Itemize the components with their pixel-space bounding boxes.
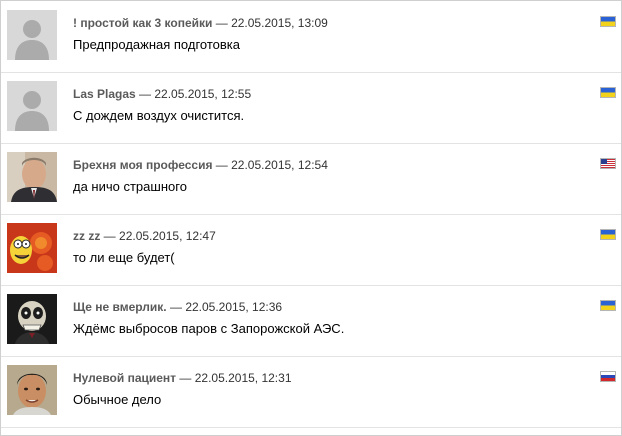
comment-meta: Ще не вмерлик. — 22.05.2015, 12:36 <box>73 300 282 314</box>
comment-datetime: 22.05.2015, 12:55 <box>154 87 252 101</box>
comment-datetime: 22.05.2015, 13:09 <box>231 16 328 30</box>
comment-item: Брехня моя профессия — 22.05.2015, 12:54… <box>1 145 621 215</box>
divider <box>1 285 621 286</box>
comment-text: С дождем воздух очистится. <box>73 108 245 123</box>
comment-item: ! простой как 3 копейки — 22.05.2015, 13… <box>1 3 621 73</box>
ukraine-flag-icon <box>600 229 616 240</box>
comment-item: Ще не вмерлик. — 22.05.2015, 12:36 Ждёмс… <box>1 287 621 357</box>
author-link[interactable]: Ще не вмерлик. <box>73 300 167 314</box>
default-user-icon <box>7 81 57 131</box>
avatar[interactable] <box>7 81 57 131</box>
cartoon-character-picture <box>7 223 57 273</box>
comment-item: zz zz — 22.05.2015, 12:47 то ли еще буде… <box>1 216 621 286</box>
comment-datetime: 22.05.2015, 12:47 <box>119 229 216 243</box>
author-link[interactable]: Брехня моя профессия <box>73 158 212 172</box>
comment-item: Нулевой пациент — 22.05.2015, 12:31 Обыч… <box>1 358 621 428</box>
russia-flag-icon <box>600 371 616 382</box>
comment-meta: ! простой как 3 копейки — 22.05.2015, 13… <box>73 16 328 30</box>
default-user-icon <box>7 10 57 60</box>
comment-text: Обычное дело <box>73 392 162 407</box>
comment-meta: Нулевой пациент — 22.05.2015, 12:31 <box>73 371 292 385</box>
comment-meta: Брехня моя профессия — 22.05.2015, 12:54 <box>73 158 328 172</box>
meta-separator: — <box>135 87 155 101</box>
comment-item: Las Plagas — 22.05.2015, 12:55 С дождем … <box>1 74 621 144</box>
skull-puppet-picture <box>7 294 57 344</box>
author-link[interactable]: ! простой как 3 копейки <box>73 16 212 30</box>
meta-separator: — <box>212 16 232 30</box>
meta-separator: — <box>166 300 186 314</box>
author-link[interactable]: zz zz <box>73 229 100 243</box>
ukraine-flag-icon <box>600 16 616 27</box>
avatar[interactable] <box>7 365 57 415</box>
author-link[interactable]: Нулевой пациент <box>73 371 176 385</box>
comment-meta: Las Plagas — 22.05.2015, 12:55 <box>73 87 251 101</box>
divider <box>1 214 621 215</box>
young-man-photo <box>7 365 57 415</box>
comment-text: Ждёмс выбросов паров с Запорожской АЭС. <box>73 321 345 336</box>
meta-separator: — <box>100 229 120 243</box>
comment-meta: zz zz — 22.05.2015, 12:47 <box>73 229 216 243</box>
ukraine-flag-icon <box>600 300 616 311</box>
divider <box>1 356 621 357</box>
avatar[interactable] <box>7 152 57 202</box>
avatar[interactable] <box>7 294 57 344</box>
divider <box>1 143 621 144</box>
comment-text: да ничо страшного <box>73 179 187 194</box>
divider <box>1 427 621 428</box>
author-link[interactable]: Las Plagas <box>73 87 136 101</box>
comment-datetime: 22.05.2015, 12:54 <box>231 158 328 172</box>
divider <box>1 72 621 73</box>
usa-flag-icon <box>600 158 616 169</box>
avatar[interactable] <box>7 223 57 273</box>
comment-datetime: 22.05.2015, 12:36 <box>185 300 283 314</box>
meta-separator: — <box>212 158 232 172</box>
comments-panel: ! простой как 3 копейки — 22.05.2015, 13… <box>0 0 622 436</box>
ukraine-flag-icon <box>600 87 616 98</box>
comment-text: Предпродажная подготовка <box>73 37 241 52</box>
avatar[interactable] <box>7 10 57 60</box>
comment-datetime: 22.05.2015, 12:31 <box>194 371 292 385</box>
comment-text: то ли еще будет( <box>73 250 175 265</box>
man-portrait-photo <box>7 152 57 202</box>
meta-separator: — <box>176 371 195 385</box>
